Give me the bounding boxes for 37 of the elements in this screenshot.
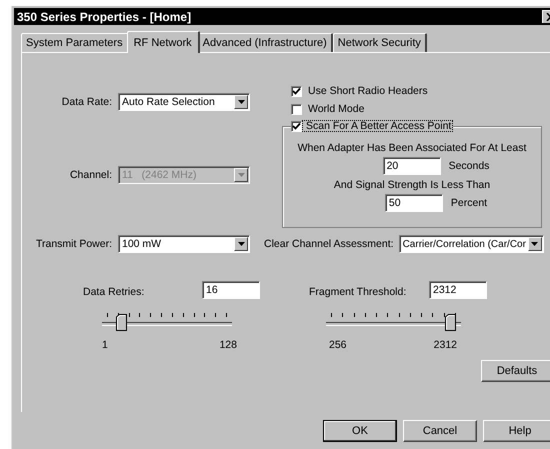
slider-thumb[interactable] <box>445 314 456 331</box>
tab[interactable]: Network Security <box>332 33 427 52</box>
tab[interactable]: Advanced (Infrastructure) <box>198 33 333 52</box>
checkbox-label: Use Short Radio Headers <box>307 85 429 97</box>
dialog-button[interactable]: Help <box>483 420 550 442</box>
field-label: Data Retries: <box>83 286 144 298</box>
dropdown[interactable]: 100 mW <box>118 235 250 253</box>
dialog-button[interactable]: Cancel <box>403 420 477 442</box>
checkbox[interactable] <box>291 104 302 114</box>
checkbox[interactable] <box>291 86 302 96</box>
condition-label: When Adapter Has Been Associated For At Least <box>298 142 526 154</box>
max-label: 128 <box>219 339 237 351</box>
unit-label: Seconds <box>448 160 490 172</box>
max-label: 2312 <box>434 339 457 351</box>
min-label: 1 <box>102 339 108 351</box>
field-label: Clear Channel Assessment: <box>264 238 394 250</box>
condition-label: And Signal Strength Is Less Than <box>334 179 490 191</box>
checkbox-label: Scan For A Better Access Point <box>302 120 454 132</box>
value-field[interactable]: 2312 <box>429 281 487 299</box>
min-label: 256 <box>329 339 347 351</box>
field-label: Data Rate: <box>60 96 113 108</box>
checkbox-label: World Mode <box>307 103 366 115</box>
checkbox[interactable] <box>291 120 302 132</box>
value-field[interactable]: 16 <box>202 281 260 299</box>
seconds-field[interactable]: 20 <box>382 157 441 175</box>
dropdown[interactable]: Carrier/Correlation (Car/Cor <box>398 235 544 253</box>
field-label: Channel: <box>68 169 113 181</box>
defaults-button[interactable]: Defaults <box>481 360 550 382</box>
percent-field[interactable]: 50 <box>384 194 443 212</box>
tab[interactable]: RF Network <box>126 31 200 53</box>
dropdown[interactable]: Auto Rate Selection <box>118 93 250 111</box>
field-label: Fragment Threshold: <box>309 286 406 298</box>
slider-thumb[interactable] <box>116 314 128 331</box>
unit-label: Percent <box>450 197 488 209</box>
window-title: 350 Series Properties - [Home] <box>17 10 192 24</box>
field-label: Transmit Power: <box>34 238 113 250</box>
dialog-button[interactable]: OK <box>323 420 397 442</box>
